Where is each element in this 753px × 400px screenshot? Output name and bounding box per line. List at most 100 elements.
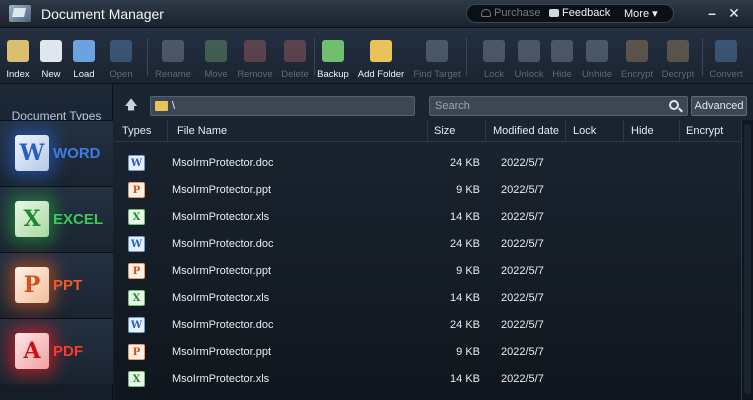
table-row[interactable]: X MsoIrmProtector.xls 14 KB 2022/5/7 (114, 204, 741, 231)
xls-file-icon: X (128, 209, 145, 225)
search-input[interactable] (429, 96, 688, 116)
app-logo-icon (9, 5, 31, 22)
table-row[interactable]: X MsoIrmProtector.xls 14 KB 2022/5/7 (114, 285, 741, 312)
column-header-modified-date[interactable]: Modified date (493, 125, 559, 137)
column-header-lock[interactable]: Lock (573, 125, 596, 137)
more-button[interactable]: More ▾ (624, 7, 658, 20)
minimize-button[interactable]: – (704, 5, 720, 21)
up-folder-button[interactable]: 🡅 (124, 98, 138, 112)
file-name: MsoIrmProtector.ppt (172, 346, 272, 358)
lock-icon (483, 40, 505, 62)
modified-date: 2022/5/7 (501, 292, 544, 304)
find-target-icon (426, 40, 448, 62)
path-field[interactable]: \ (150, 96, 415, 116)
column-divider[interactable] (485, 120, 486, 142)
column-divider[interactable] (679, 120, 680, 142)
path-text: \ (172, 100, 176, 112)
modified-date: 2022/5/7 (501, 157, 544, 169)
column-header-encrypt[interactable]: Encrypt (686, 125, 723, 137)
excel-icon: X (15, 201, 49, 237)
file-name: MsoIrmProtector.xls (172, 211, 270, 223)
xls-file-icon: X (128, 371, 145, 387)
file-name: MsoIrmProtector.doc (172, 238, 274, 250)
toolbar-add-folder-button[interactable]: Add Folder (358, 28, 404, 84)
modified-date: 2022/5/7 (501, 373, 544, 385)
file-table: Types File Name Size Modified date Lock Hide E… (114, 120, 753, 400)
scrollbar-thumb[interactable] (744, 124, 751, 394)
advanced-button[interactable]: Advanced (691, 96, 747, 116)
file-size: 14 KB (450, 373, 480, 385)
scrollbar[interactable] (741, 120, 753, 400)
decrypt-icon (667, 40, 689, 62)
toolbar-label: Open (109, 69, 133, 80)
title-bar: Document Manager Purchase Feedback More … (0, 0, 753, 28)
purchase-label: Purchase (494, 7, 541, 19)
column-divider[interactable] (623, 120, 624, 142)
doc-file-icon: W (128, 236, 145, 252)
close-button[interactable]: ✕ (726, 5, 742, 21)
column-divider[interactable] (427, 120, 428, 142)
cart-icon (481, 9, 491, 17)
file-name: MsoIrmProtector.doc (172, 319, 274, 331)
modified-date: 2022/5/7 (501, 211, 544, 223)
feedback-button[interactable]: Feedback (549, 7, 610, 19)
column-divider[interactable] (565, 120, 566, 142)
add-folder-icon (370, 40, 392, 62)
file-size: 24 KB (450, 157, 480, 169)
toolbar-label: Convert (709, 69, 743, 80)
table-row[interactable]: W MsoIrmProtector.doc 24 KB 2022/5/7 (114, 231, 741, 258)
remove-icon (244, 40, 266, 62)
folder-icon (155, 101, 168, 111)
search-icon[interactable] (669, 100, 679, 110)
column-divider[interactable] (167, 120, 168, 142)
file-size: 14 KB (450, 211, 480, 223)
doctype-pdf[interactable]: A PDF (0, 318, 113, 384)
toolbar-backup-button[interactable]: Backup (313, 28, 353, 84)
column-header-file-name[interactable]: File Name (177, 125, 227, 137)
pdf-icon: A (15, 333, 49, 369)
column-header-size[interactable]: Size (434, 125, 455, 137)
doctype-ppt[interactable]: P PPT (0, 252, 113, 318)
table-row[interactable]: X MsoIrmProtector.xls 14 KB 2022/5/7 (114, 366, 741, 393)
move-icon (205, 40, 227, 62)
file-size: 14 KB (450, 292, 480, 304)
toolbar-decrypt-button: Decrypt (658, 28, 698, 84)
feedback-label: Feedback (562, 7, 611, 19)
file-size: 9 KB (456, 265, 480, 277)
file-name: MsoIrmProtector.ppt (172, 184, 272, 196)
modified-date: 2022/5/7 (501, 184, 544, 196)
doctype-excel[interactable]: X EXCEL (0, 186, 113, 252)
doc-file-icon: W (128, 155, 145, 171)
ppt-file-icon: P (128, 182, 145, 198)
table-header: Types File Name Size Modified date Lock Hide E… (114, 120, 741, 142)
word-icon: W (15, 135, 49, 171)
header-menu: Purchase Feedback More ▾ (466, 4, 674, 23)
new-icon (40, 40, 62, 62)
modified-date: 2022/5/7 (501, 265, 544, 277)
doctype-label: EXCEL (53, 211, 104, 228)
toolbar-label: Find Target (413, 69, 461, 80)
column-header-types[interactable]: Types (122, 125, 151, 137)
hide-icon (551, 40, 573, 62)
table-row[interactable]: P MsoIrmProtector.ppt 9 KB 2022/5/7 (114, 258, 741, 285)
window-title: Document Manager (41, 6, 164, 22)
table-row[interactable]: P MsoIrmProtector.ppt 9 KB 2022/5/7 (114, 339, 741, 366)
modified-date: 2022/5/7 (501, 238, 544, 250)
unlock-icon (518, 40, 540, 62)
purchase-button[interactable]: Purchase (481, 7, 540, 19)
file-size: 24 KB (450, 319, 480, 331)
table-row[interactable]: W MsoIrmProtector.doc 24 KB 2022/5/7 (114, 150, 741, 177)
toolbar: Index New Load Open Rename Move Remove Delete Ba… (0, 28, 753, 84)
toolbar-find-target-button: Find Target (413, 28, 461, 84)
mail-icon (549, 9, 559, 17)
ppt-icon: P (15, 267, 49, 303)
table-row[interactable]: W MsoIrmProtector.doc 24 KB 2022/5/7 (114, 312, 741, 339)
doctype-word[interactable]: W WORD (0, 120, 113, 186)
table-row[interactable]: P MsoIrmProtector.ppt 9 KB 2022/5/7 (114, 177, 741, 204)
file-name: MsoIrmProtector.ppt (172, 265, 272, 277)
doctype-label: PDF (53, 343, 83, 360)
column-header-hide[interactable]: Hide (631, 125, 654, 137)
delete-icon (284, 40, 306, 62)
index-icon (7, 40, 29, 62)
file-name: MsoIrmProtector.doc (172, 157, 274, 169)
